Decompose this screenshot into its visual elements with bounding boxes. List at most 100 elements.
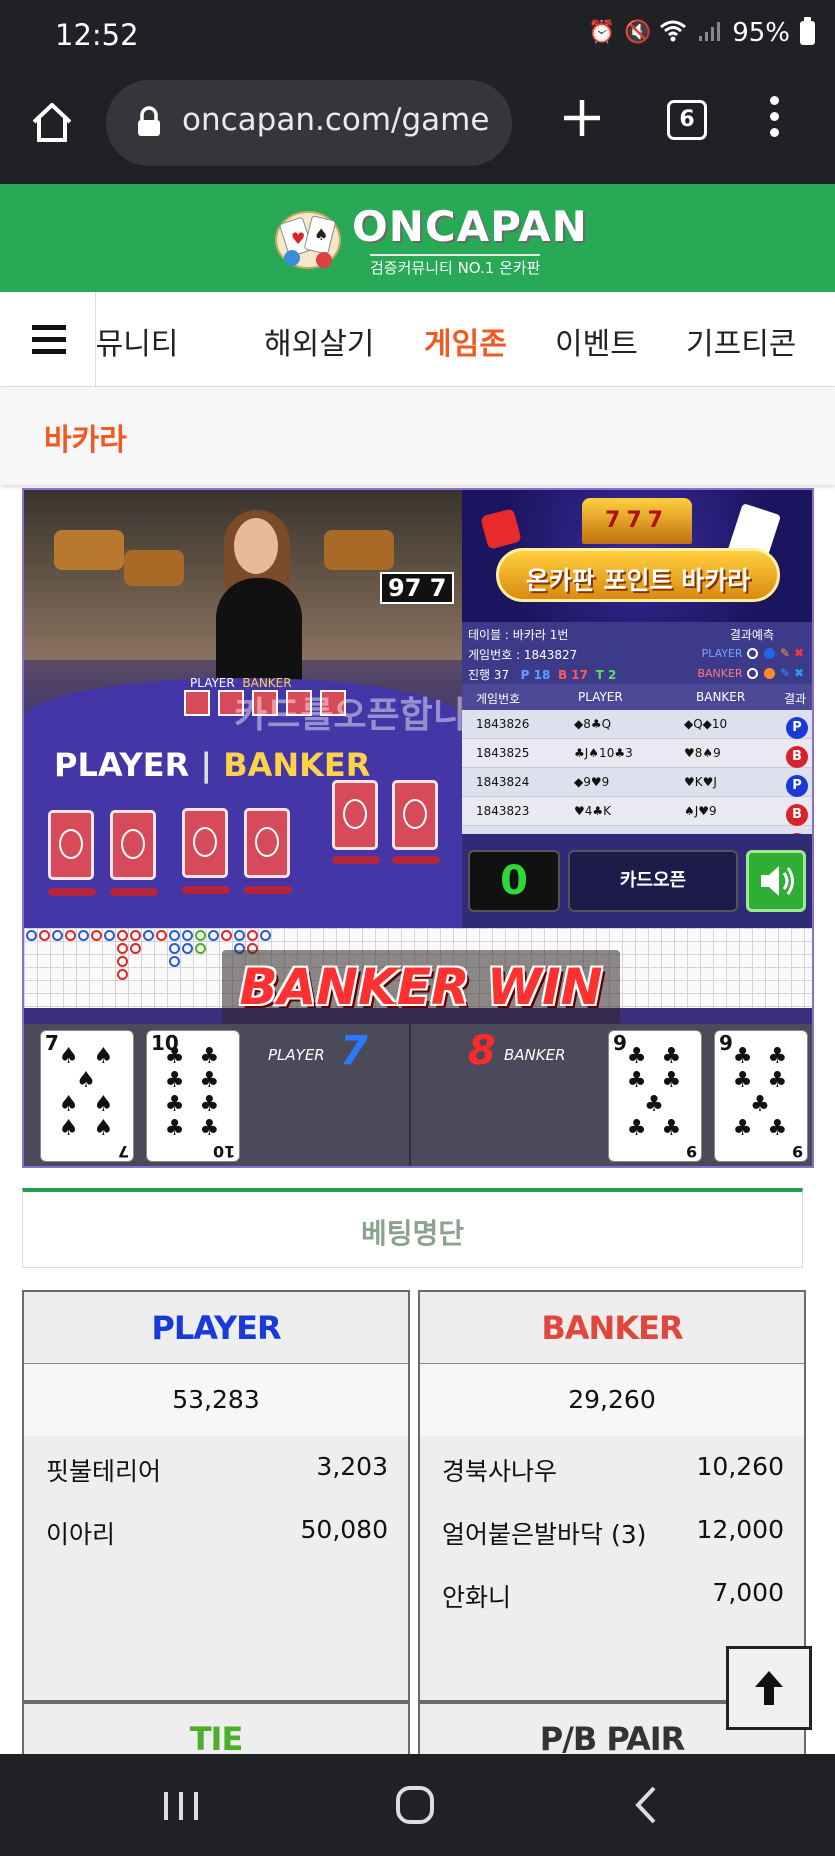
- slot-machine-icon: 777: [582, 498, 692, 544]
- player-card-1: 7 ♠ ♠ ♠ ♠ ♠ ♠ ♠ 7: [40, 1030, 134, 1162]
- count-player: P 18: [520, 668, 551, 682]
- road-dot: [91, 930, 102, 941]
- arrow-up-icon: [755, 1671, 783, 1705]
- table-row: 1843824 ◆9♥9 ♥K♥J P: [462, 768, 812, 797]
- table-row: 1843823 ♥4♣K ♠J♥9 B: [462, 797, 812, 826]
- bet-counter: 0: [468, 850, 560, 912]
- table-name: 테이블 : 바카라 1번: [468, 628, 569, 642]
- nav-item-gifticon[interactable]: 기프티콘: [686, 319, 796, 363]
- nav-item-event[interactable]: 이벤트: [555, 319, 638, 363]
- home-icon[interactable]: [28, 98, 76, 146]
- nav-item-community[interactable]: 커뮤니티: [96, 319, 178, 363]
- result-banker: ♥8♠9: [684, 746, 721, 760]
- result-player: ◆8♣Q: [574, 717, 612, 731]
- betting-list-header: 베팅명단: [22, 1188, 803, 1268]
- video-pb-labels: PLAYER | BANKER: [54, 746, 371, 784]
- nav-item-overseas[interactable]: 해외살기: [264, 319, 374, 363]
- video-timer: 97 7: [380, 572, 455, 604]
- player-bets-header: PLAYER: [24, 1292, 408, 1364]
- road-dot: [104, 930, 115, 941]
- count-tie: T 2: [595, 668, 617, 682]
- road-dot: [195, 943, 206, 954]
- edit-icon: ✎: [780, 666, 791, 680]
- player-score: 7: [340, 1028, 368, 1074]
- more-menu-icon[interactable]: [764, 96, 784, 142]
- card-shadow: [332, 856, 380, 864]
- site-logo[interactable]: ♥ ♠ ONCAPAN 검증커뮤니티 NO.1 온카판: [272, 202, 587, 278]
- new-tab-icon[interactable]: [560, 96, 604, 140]
- battery-icon: [800, 17, 815, 45]
- card-shadow: [244, 886, 292, 894]
- lock-icon: [136, 106, 162, 138]
- status-icons: ⏰ 🔇 95%: [588, 17, 815, 48]
- close-icon: ✖: [793, 666, 804, 680]
- hamburger-menu-icon[interactable]: [0, 292, 96, 387]
- recent-apps-icon[interactable]: [156, 1782, 206, 1828]
- road-dot: [182, 930, 193, 941]
- game-number: 게임번호 : 1843827: [468, 648, 578, 662]
- road-dot: [117, 943, 128, 954]
- card-shadow: [392, 856, 440, 864]
- prediction-label: 결과예측: [729, 628, 774, 642]
- banker-bets-header: BANKER: [420, 1292, 804, 1364]
- sound-toggle-icon[interactable]: [746, 850, 806, 912]
- road-dot: [26, 930, 37, 941]
- road-dot: [143, 930, 154, 941]
- home-nav-icon[interactable]: [390, 1782, 440, 1828]
- club-pips: ♣ ♣ ♣ ♣ ♣ ♣ ♣: [732, 1044, 792, 1141]
- player-bets-total: 53,283: [24, 1364, 408, 1436]
- video-card: [244, 808, 290, 878]
- tie-bets-header: TIE: [189, 1720, 244, 1754]
- list-item: 얼어붙은발바닥 (3) 12,000: [442, 1515, 784, 1549]
- url-text: oncapan.com/game: [182, 102, 490, 138]
- svg-text:♠: ♠: [314, 225, 328, 244]
- player-score-label: PLAYER: [268, 1046, 325, 1064]
- logo-title: ONCAPAN: [352, 202, 588, 251]
- banker-card-2: 9 ♣ ♣ ♣ ♣ ♣ ♣ ♣ 9: [714, 1030, 808, 1162]
- address-bar[interactable]: oncapan.com/game: [106, 80, 512, 166]
- banker-score-label: BANKER: [504, 1046, 566, 1064]
- banker-bets-total: 29,260: [420, 1364, 804, 1436]
- road-dot: [117, 930, 128, 941]
- video-card: [48, 810, 94, 880]
- game-controls: 0 카드오픈: [462, 834, 812, 928]
- result-badge: B: [786, 746, 808, 768]
- live-dealer-video: 97 7 PLAYER BANKER 카드를오픈합니다. PLAYER | BA…: [24, 490, 462, 928]
- chair-decor: [124, 550, 184, 586]
- nav-item-gamezone[interactable]: 게임존: [424, 319, 507, 363]
- alarm-icon: ⏰: [588, 20, 616, 45]
- baccarat-game-frame: 97 7 PLAYER BANKER 카드를오픈합니다. PLAYER | BA…: [22, 488, 814, 1168]
- game-info-panel: 테이블 : 바카라 1번 게임번호 : 1843827 진행 37 P 18 B…: [462, 622, 812, 684]
- results-table: 게임번호 PLAYER BANKER 결과 1843826 ◆8♣Q ◆Q◆10 P 1…: [462, 684, 812, 855]
- table-row: 1843825 ♣J♠10♣3 ♥8♠9 B: [462, 739, 812, 768]
- dice-icon: [480, 508, 522, 550]
- card-open-button[interactable]: 카드오픈: [568, 850, 738, 912]
- club-pips: ♣ ♣ ♣ ♣ ♣ ♣ ♣: [626, 1044, 686, 1141]
- road-dot: [117, 956, 128, 967]
- wifi-icon: [660, 20, 687, 46]
- video-card: [392, 780, 438, 850]
- road-dot: [260, 930, 271, 941]
- count-banker: B 17: [557, 668, 588, 682]
- scroll-to-top-button[interactable]: [726, 1646, 812, 1730]
- result-banker: ♠J♥9: [684, 804, 717, 818]
- road-dot: [208, 930, 219, 941]
- result-banker: ◆Q◆10: [684, 717, 728, 731]
- result-banker: ♥K♥J: [684, 775, 717, 789]
- site-header: ♥ ♠ ONCAPAN 검증커뮤니티 NO.1 온카판: [0, 184, 835, 292]
- result-no: 1843823: [476, 804, 530, 818]
- logo-subtitle: 검증커뮤니티 NO.1 온카판: [370, 254, 541, 278]
- club-pips: ♣ ♣ ♣ ♣ ♣ ♣ ♣ ♣: [164, 1044, 224, 1141]
- video-watermark: 카드를오픈합니다.: [234, 695, 462, 736]
- result-banner: BANKER WIN: [222, 950, 620, 1024]
- road-dot: [65, 930, 76, 941]
- status-bar: 12:52 ⏰ 🔇 95%: [0, 0, 835, 72]
- prediction-player-row: PLAYER ✎ ✖: [701, 646, 804, 660]
- tab-switcher-button[interactable]: 6: [667, 100, 707, 140]
- card-result-area: 7 ♠ ♠ ♠ ♠ ♠ ♠ ♠ 7 10 ♣ ♣ ♣ ♣ ♣ ♣ ♣ ♣ 10 PLAYER…: [24, 1024, 812, 1166]
- prediction-banker-row: BANKER ✎ ✖: [697, 666, 804, 680]
- close-icon: ✖: [793, 646, 804, 660]
- browser-toolbar: oncapan.com/game 6: [0, 72, 835, 184]
- back-icon[interactable]: [622, 1782, 672, 1828]
- banker-bets-column: BANKER 29,260 경북사나우 10,260 얼어붙은발바닥 (3) 1…: [418, 1290, 806, 1702]
